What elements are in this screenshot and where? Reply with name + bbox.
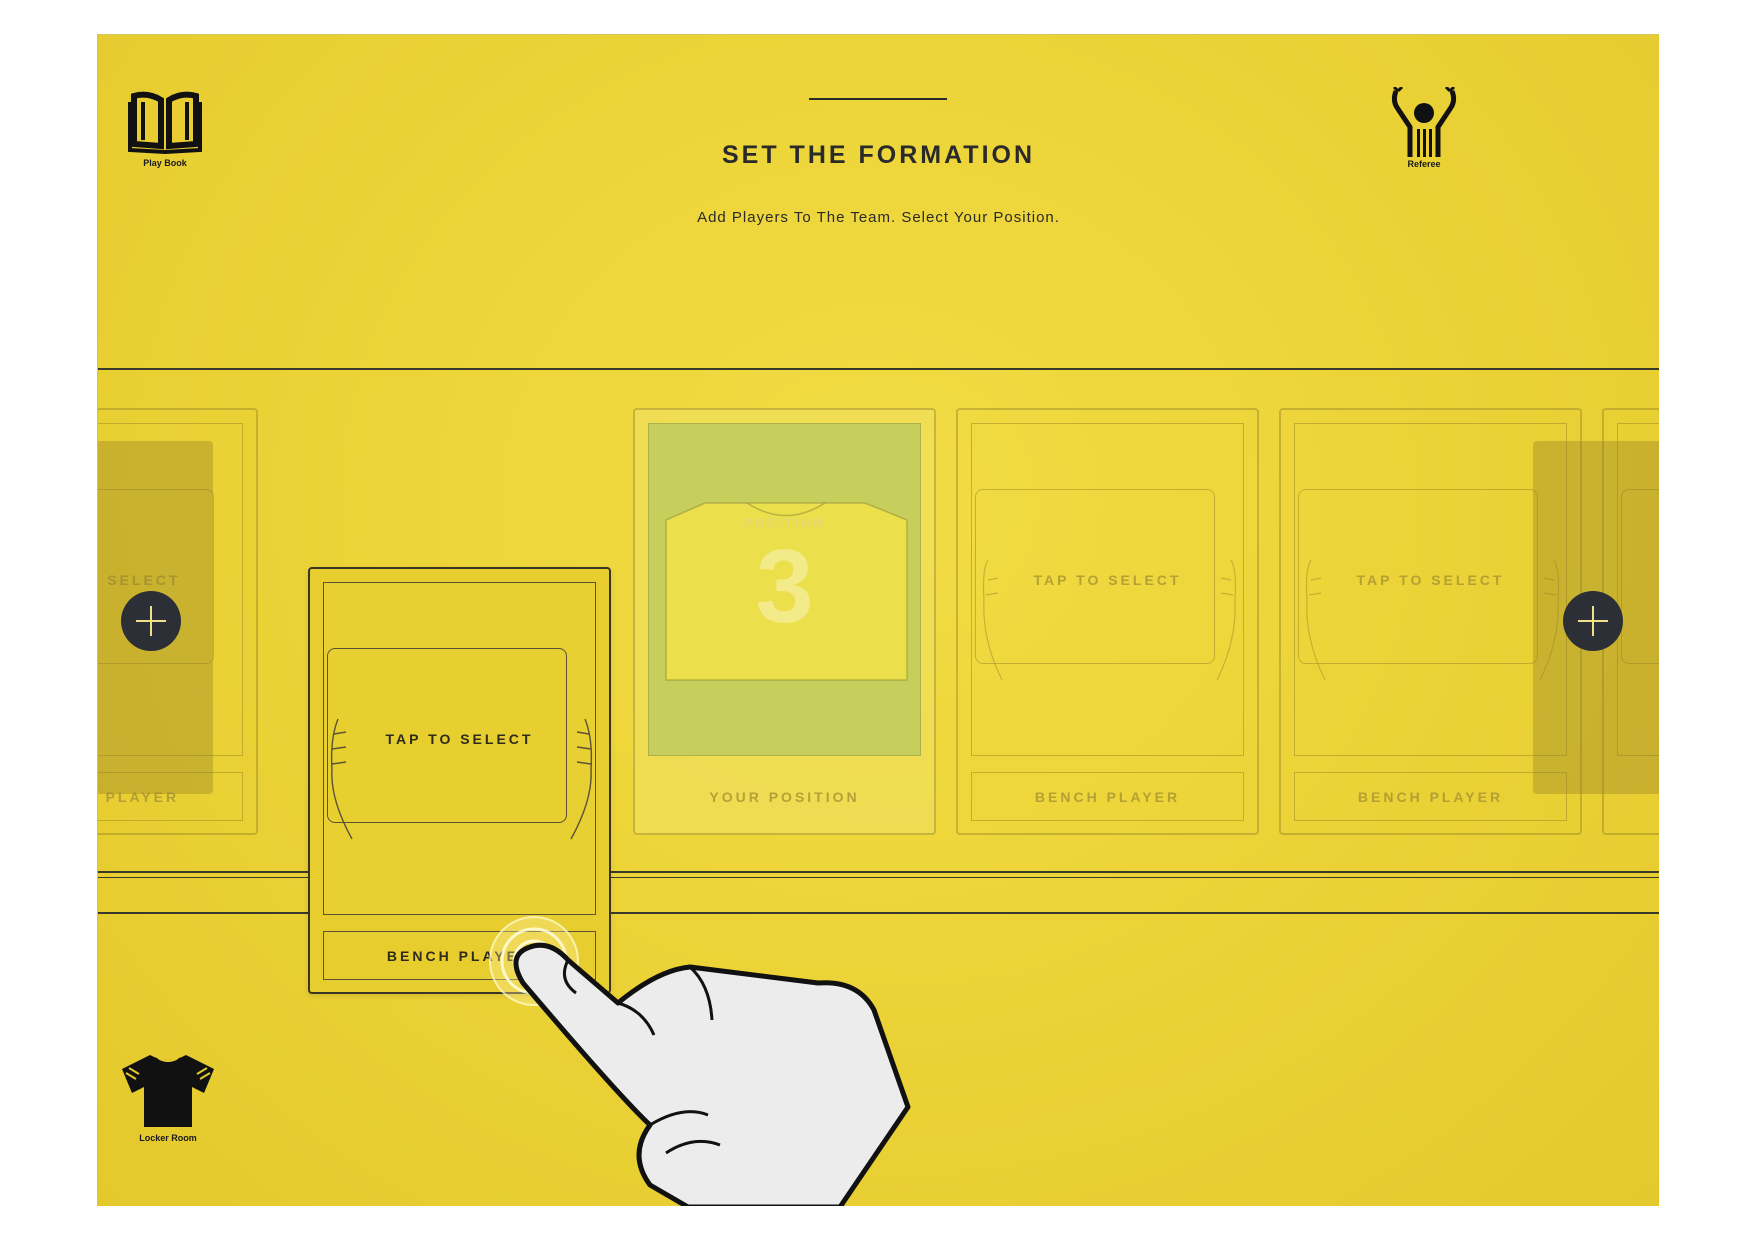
bench-player-button[interactable]: BENCH PLAYER xyxy=(1294,772,1567,821)
carousel-top-rule xyxy=(98,368,1659,370)
tap-to-select-label: TAP TO SELECT xyxy=(1033,572,1182,588)
locker-room-label: Locker Room xyxy=(139,1133,197,1143)
play-book-button[interactable]: Play Book xyxy=(128,88,202,168)
referee-label: Referee xyxy=(1407,159,1441,169)
position-number: 3 xyxy=(755,529,814,645)
header-rule xyxy=(809,98,947,100)
referee-icon xyxy=(1391,87,1457,157)
referee-button[interactable]: Referee xyxy=(1390,87,1458,169)
player-card[interactable]: TAP TO SELECT BENCH PLAYER xyxy=(956,408,1259,835)
your-position-card[interactable]: POSITION 3 YOUR POSITION xyxy=(633,408,936,835)
jersey-icon xyxy=(122,1055,214,1127)
add-player-right-button[interactable] xyxy=(1563,591,1623,651)
your-position-label: YOUR POSITION xyxy=(709,788,860,805)
bench-player-button[interactable]: BENCH PLAYER xyxy=(323,931,596,980)
dragged-player-card[interactable]: TAP TO SELECT BENCH PLAYER xyxy=(308,567,611,994)
add-player-left-button[interactable] xyxy=(121,591,181,651)
formation-screen: SET THE FORMATION Add Players To The Tea… xyxy=(97,34,1659,1206)
play-book-label: Play Book xyxy=(143,158,187,168)
tap-to-select-label: TAP TO SELECT xyxy=(385,731,534,747)
page-subtitle: Add Players To The Team. Select Your Pos… xyxy=(697,209,1060,226)
locker-room-button[interactable]: Locker Room xyxy=(120,1051,216,1143)
book-icon xyxy=(128,91,202,154)
bench-player-button[interactable]: BENCH PLAYER xyxy=(971,772,1244,821)
